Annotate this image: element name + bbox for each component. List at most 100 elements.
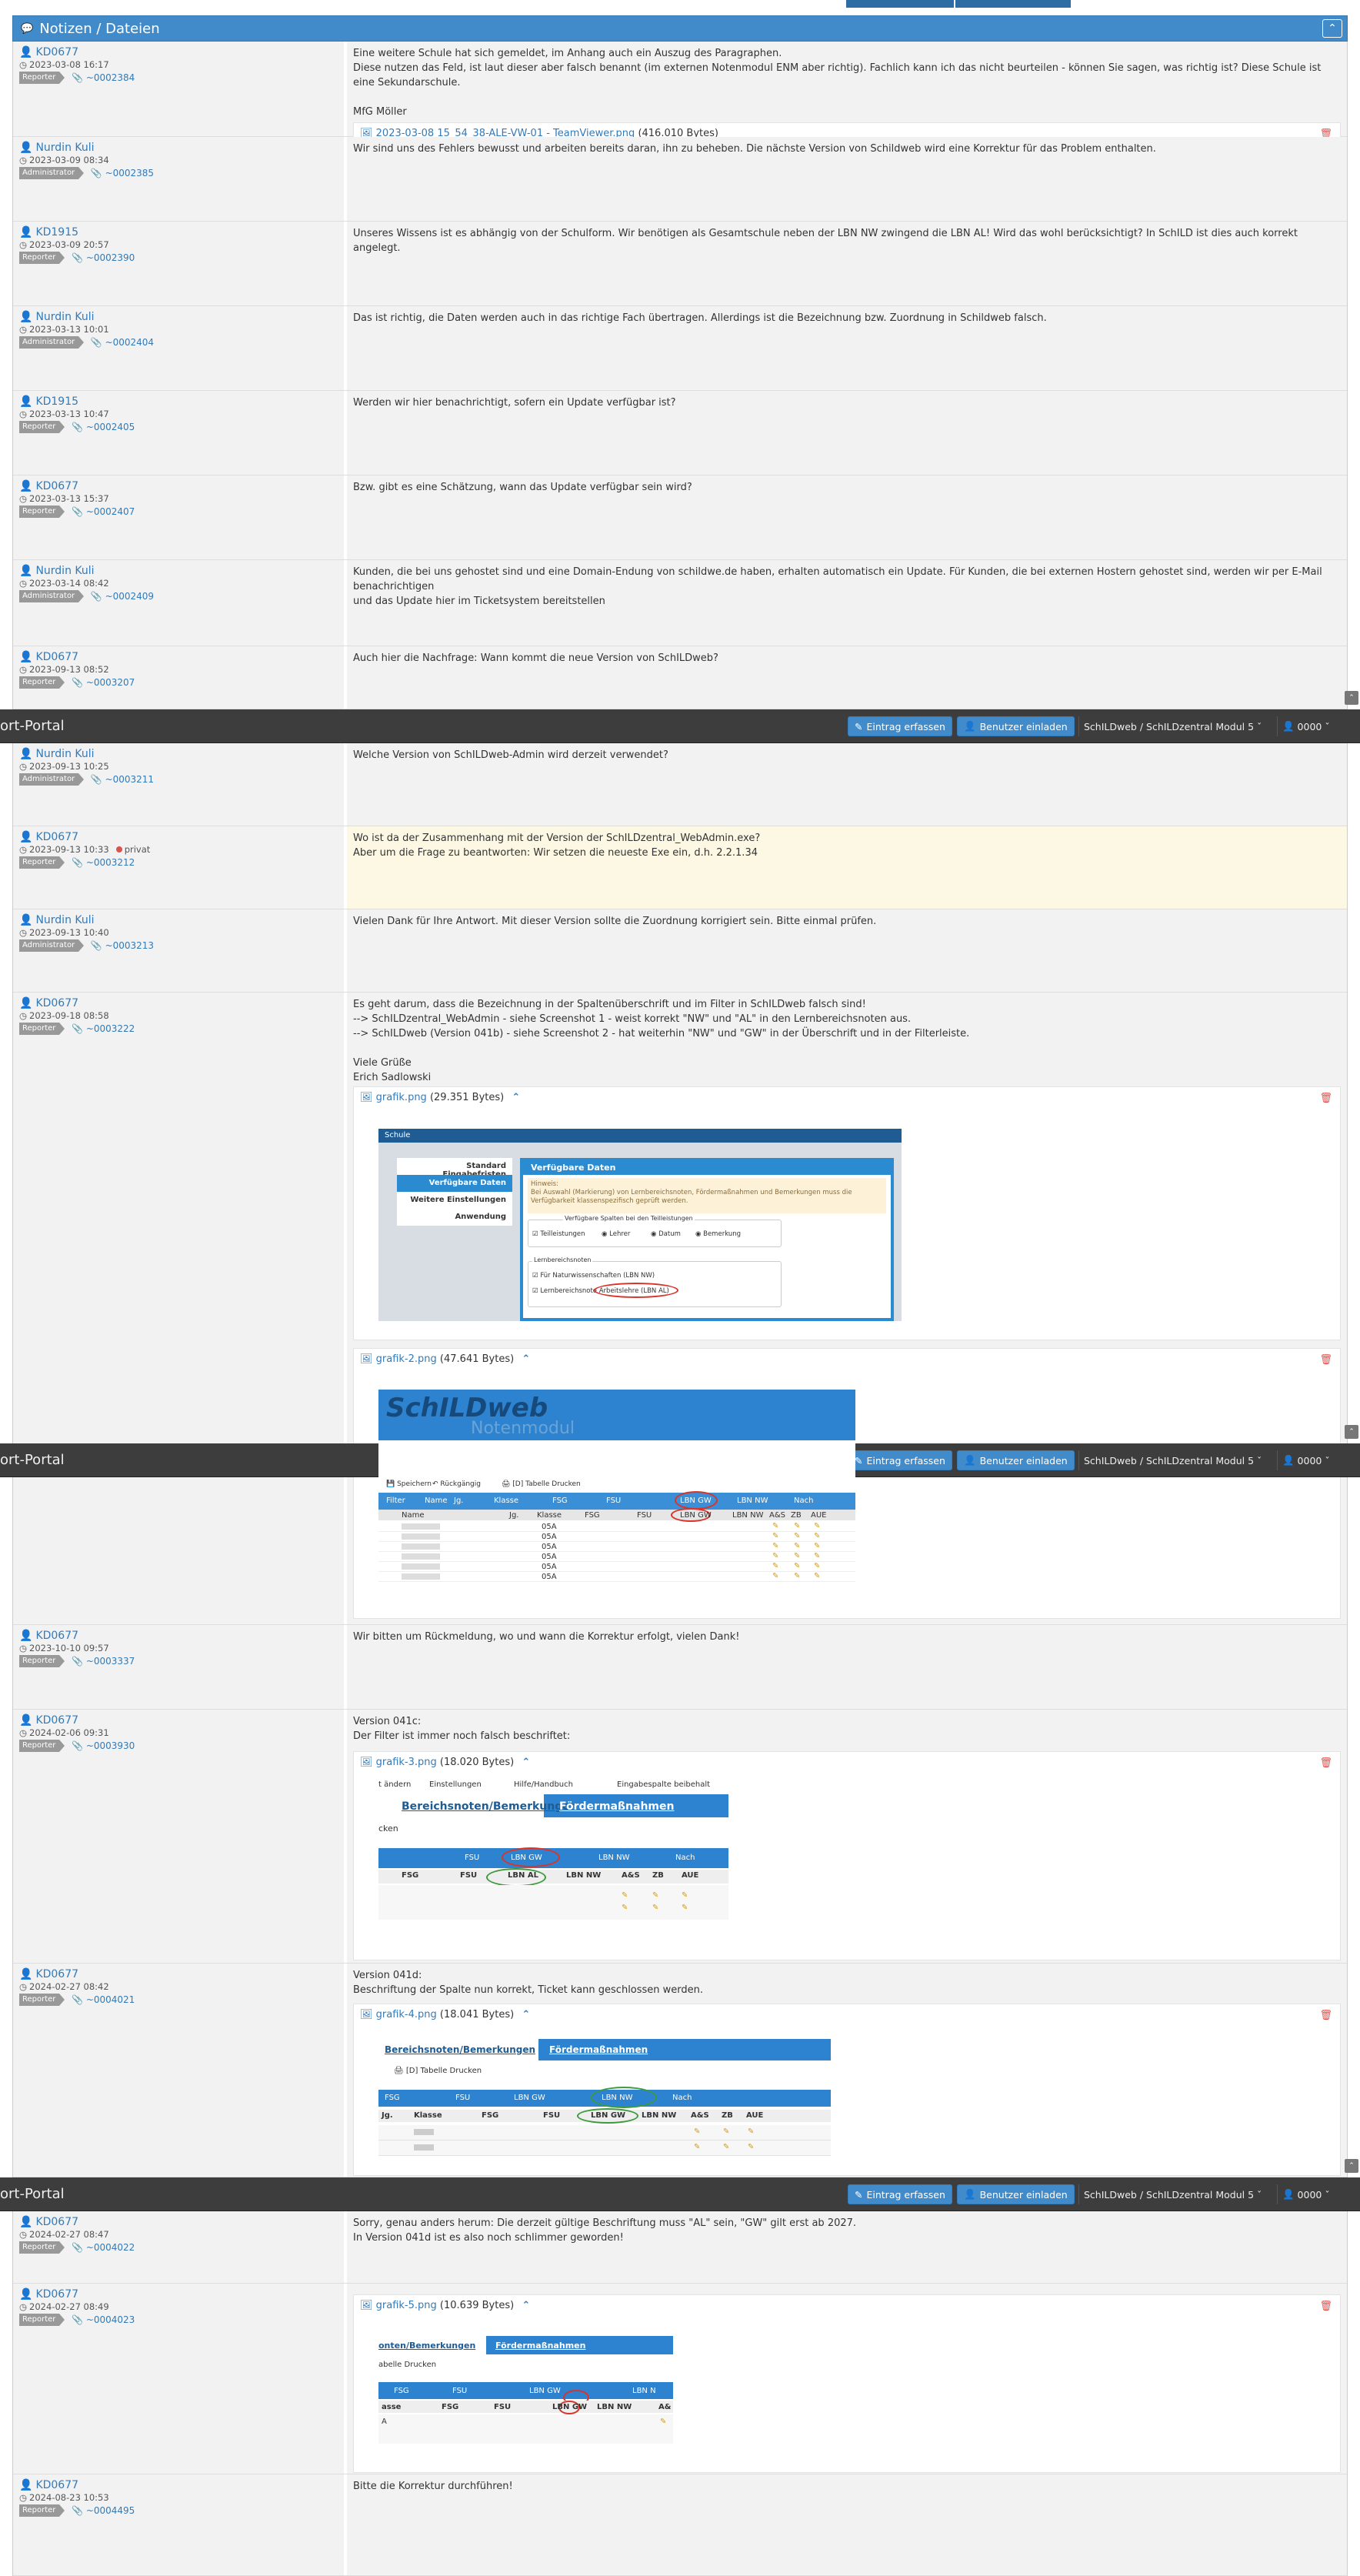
clock-icon: ◷ xyxy=(19,1643,28,1653)
note: 👤 KD0677 ◷ 2023-03-08 16:17 Reporter 📎 ~00… xyxy=(13,42,1347,145)
entry-button[interactable]: ✎ Eintrag erfassen xyxy=(848,716,952,736)
shot4-col-header: LBN GW xyxy=(591,2111,626,2120)
shot4-filter-label: FSG xyxy=(385,2094,400,2102)
entry-button[interactable]: ✎ Eintrag erfassen xyxy=(848,2184,952,2204)
shot2-filter-label: Nach xyxy=(794,1497,814,1505)
note-reporter[interactable]: 👤 KD0677 xyxy=(19,2479,338,2491)
clock-icon: ◷ xyxy=(19,664,28,675)
pencil-icon: ✎ xyxy=(682,1891,688,1900)
note-permalink[interactable]: 📎 ~0004021 xyxy=(65,1994,135,2005)
trash-icon[interactable]: 🗑 xyxy=(1319,2008,1332,2023)
note-reporter[interactable]: 👤 KD1915 xyxy=(19,226,338,239)
user-select[interactable]: 👤 0000 ˇ xyxy=(1277,716,1335,736)
note-permalink[interactable]: 📎 ~0002385 xyxy=(85,168,154,179)
pencil-icon: ✎ xyxy=(855,720,863,732)
note-meta: 👤 KD0677 ◷ 2023-03-13 15:37 Reporter 📎 ~00… xyxy=(13,475,344,559)
note-reporter[interactable]: 👤 KD0677 xyxy=(19,46,338,58)
note-permalink[interactable]: 📎 ~0004023 xyxy=(65,2314,135,2325)
note-reporter[interactable]: 👤 KD0677 xyxy=(19,2288,338,2301)
note-permalink[interactable]: 📎 ~0003337 xyxy=(65,1656,135,1667)
scroll-top-button[interactable]: ⌃ xyxy=(1345,2159,1358,2173)
attachment-link[interactable]: grafik-3.png xyxy=(376,1757,437,1768)
user-plus-icon: 👤 xyxy=(964,1454,976,1466)
pencil-icon: ✎ xyxy=(772,1562,779,1570)
note-reporter[interactable]: 👤 KD0677 xyxy=(19,997,338,1009)
note-body: Bzw. gibt es eine Schätzung, wann das Up… xyxy=(347,475,1347,559)
note-reporter[interactable]: 👤 KD0677 xyxy=(19,2216,338,2228)
user-select[interactable]: 👤 0000 ˇ xyxy=(1277,1450,1335,1470)
note-text-line: Erich Sadlowski xyxy=(353,1072,432,1083)
chevron-up-icon[interactable]: ⌃ xyxy=(512,1092,520,1103)
note-reporter[interactable]: 👤 KD1915 xyxy=(19,395,338,408)
user-plus-icon: 👤 xyxy=(964,720,976,732)
attachment-link[interactable]: grafik.png xyxy=(376,1092,427,1103)
note-reporter[interactable]: 👤 Nurdin Kuli xyxy=(19,914,338,926)
note-permalink[interactable]: 📎 ~0003211 xyxy=(85,774,154,785)
shot4-col-header: A&S xyxy=(691,2111,709,2120)
chevron-up-icon[interactable]: ⌃ xyxy=(522,1757,530,1768)
scroll-top-button[interactable]: ⌃ xyxy=(1345,1425,1358,1439)
note-permalink[interactable]: 📎 ~0002404 xyxy=(85,337,154,348)
shot2-toolbar-2: ↶ Rückgängig xyxy=(432,1480,481,1488)
trash-icon[interactable]: 🗑 xyxy=(1319,1091,1332,1106)
project-select[interactable]: SchILDweb / SchILDzentral Modul 5 ˇ xyxy=(1078,1450,1266,1470)
note-text-line: und das Update hier im Ticketsystem bere… xyxy=(353,596,605,607)
note-reporter[interactable]: 👤 Nurdin Kuli xyxy=(19,142,338,154)
attachment-link[interactable]: grafik-4.png xyxy=(376,2009,437,2020)
note-text-line: Viele Grüße xyxy=(353,1057,412,1069)
note-permalink[interactable]: 📎 ~0002409 xyxy=(85,591,154,602)
project-select[interactable]: SchILDweb / SchILDzentral Modul 5 ˇ xyxy=(1078,716,1266,736)
clock-icon: ◷ xyxy=(19,239,28,250)
note-permalink[interactable]: 📎 ~0003212 xyxy=(65,857,135,868)
note: 👤 KD1915 ◷ 2023-03-09 20:57 Reporter 📎 ~00… xyxy=(13,222,1347,306)
invite-button[interactable]: 👤 Benutzer einladen xyxy=(957,716,1075,736)
project-select[interactable]: SchILDweb / SchILDzentral Modul 5 ˇ xyxy=(1078,2184,1266,2204)
invite-button[interactable]: 👤 Benutzer einladen xyxy=(957,1450,1075,1470)
brand[interactable]: ort-Portal xyxy=(0,1452,65,1468)
role-badge: Reporter xyxy=(19,856,65,869)
note-reporter[interactable]: 👤 KD0677 xyxy=(19,831,338,843)
chevron-up-icon[interactable]: ⌃ xyxy=(522,1353,530,1365)
note-meta: 👤 Nurdin Kuli ◷ 2023-03-13 10:01 Administr… xyxy=(13,306,344,390)
note-reporter[interactable]: 👤 Nurdin Kuli xyxy=(19,311,338,323)
user-select[interactable]: 👤 0000 ˇ xyxy=(1277,2184,1335,2204)
scroll-top-button[interactable]: ⌃ xyxy=(1345,691,1358,705)
clock-icon: ◷ xyxy=(19,324,28,335)
chevron-up-icon[interactable]: ⌃ xyxy=(1322,19,1342,38)
invite-button[interactable]: 👤 Benutzer einladen xyxy=(957,2184,1075,2204)
note-permalink[interactable]: 📎 ~0003930 xyxy=(65,1740,135,1751)
note-reporter[interactable]: 👤 KD0677 xyxy=(19,651,338,663)
trash-icon[interactable]: 🗑 xyxy=(1319,1353,1332,1367)
note: 👤 Nurdin Kuli ◷ 2023-03-13 10:01 Administr… xyxy=(13,306,1347,391)
shot3-toolbar-item: t ändern xyxy=(378,1780,412,1789)
brand[interactable]: ort-Portal xyxy=(0,718,65,734)
note-permalink[interactable]: 📎 ~0002405 xyxy=(65,422,135,432)
note-reporter[interactable]: 👤 Nurdin Kuli xyxy=(19,565,338,577)
note-permalink[interactable]: 📎 ~0002390 xyxy=(65,252,135,263)
note-permalink[interactable]: 📎 ~0003213 xyxy=(85,940,154,951)
brand[interactable]: ort-Portal xyxy=(0,2186,65,2202)
trash-icon[interactable]: 🗑 xyxy=(1319,1756,1332,1770)
note-reporter[interactable]: 👤 KD0677 xyxy=(19,480,338,492)
attachment-link[interactable]: grafik-2.png xyxy=(376,1353,437,1365)
note-permalink[interactable]: 📎 ~0004022 xyxy=(65,2242,135,2253)
note-permalink[interactable]: 📎 ~0002384 xyxy=(65,72,135,83)
shot5-col-header: A& xyxy=(658,2403,672,2411)
note-permalink[interactable]: 📎 ~0003207 xyxy=(65,677,135,688)
note-permalink[interactable]: 📎 ~0004495 xyxy=(65,2505,135,2516)
note-reporter[interactable]: 👤 KD0677 xyxy=(19,1630,338,1642)
note-reporter[interactable]: 👤 Nurdin Kuli xyxy=(19,748,338,760)
attachment-link[interactable]: grafik-5.png xyxy=(376,2300,437,2311)
note-permalink[interactable]: 📎 ~0003222 xyxy=(65,1023,135,1034)
trash-icon[interactable]: 🗑 xyxy=(1319,2299,1332,2314)
chevron-up-icon[interactable]: ⌃ xyxy=(522,2009,530,2020)
note-reporter[interactable]: 👤 KD0677 xyxy=(19,1714,338,1727)
note-permalink[interactable]: 📎 ~0002407 xyxy=(65,506,135,517)
note-text-line: Kunden, die bei uns gehostet sind und ei… xyxy=(353,566,1322,592)
role-badge: Administrator xyxy=(19,167,85,179)
note: 👤 Nurdin Kuli ◷ 2023-09-13 10:40 Administr… xyxy=(13,909,1347,993)
note-reporter[interactable]: 👤 KD0677 xyxy=(19,1968,338,1980)
file-image-icon: 🖼 xyxy=(360,1757,373,1768)
entry-button[interactable]: ✎ Eintrag erfassen xyxy=(848,1450,952,1470)
chevron-up-icon[interactable]: ⌃ xyxy=(522,2300,530,2311)
